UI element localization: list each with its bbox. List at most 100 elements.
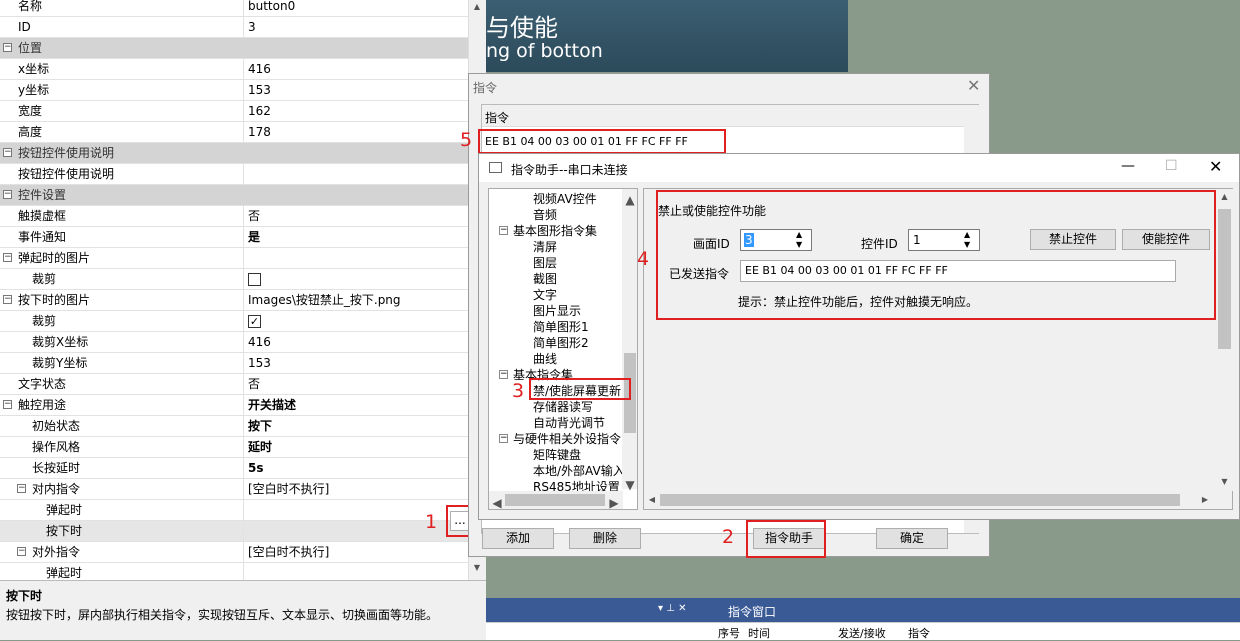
property-value[interactable]: Images\按钮禁止_按下.png	[248, 290, 401, 310]
delete-button[interactable]: 删除	[569, 528, 641, 549]
property-category[interactable]: − 控件设置	[0, 185, 468, 206]
tree-item[interactable]: 存储器读写	[533, 399, 593, 415]
tree-item[interactable]: 视频AV控件	[533, 191, 597, 207]
col-send: 发送/接收	[838, 627, 886, 640]
property-row[interactable]: − 按下时的图片 Images\按钮禁止_按下.png	[0, 290, 468, 311]
property-row[interactable]: 触摸虚框否	[0, 206, 468, 227]
tree-item[interactable]: 矩阵键盘	[533, 447, 581, 463]
tree-expander-icon[interactable]: −	[499, 226, 508, 235]
close-icon[interactable]: ✕	[1209, 157, 1222, 176]
property-row[interactable]: ID 3	[0, 17, 468, 38]
scroll-right-icon[interactable]: ▶	[1200, 495, 1210, 504]
property-row[interactable]: x坐标 416	[0, 59, 468, 80]
hscroll-thumb[interactable]	[660, 494, 1180, 506]
property-row[interactable]: − 触控用途 开关描述	[0, 395, 468, 416]
tree-expander-icon[interactable]: −	[499, 434, 508, 443]
property-value[interactable]: 162	[248, 101, 271, 121]
crop-checkbox[interactable]	[248, 273, 261, 286]
property-category[interactable]: − 位置	[0, 38, 468, 59]
property-grid: 名称 button0 ID 3− 位置 x坐标 416 y坐标 153 宽度 162 高度 178− 按钮…	[0, 0, 486, 640]
property-row[interactable]: 裁剪 ✓	[0, 311, 468, 332]
property-value[interactable]: 153	[248, 353, 271, 373]
content-vscroll[interactable]: ▲ ▼	[1216, 189, 1233, 491]
tree-item[interactable]: 音频	[533, 207, 557, 223]
property-row[interactable]: − 对外指令 [空白时不执行]	[0, 542, 468, 563]
tree-item[interactable]: 简单图形1	[533, 319, 589, 335]
property-row[interactable]: 裁剪	[0, 269, 468, 290]
tree-item[interactable]: 曲线	[533, 351, 557, 367]
property-value[interactable]: 178	[248, 122, 271, 142]
property-row[interactable]: 事件通知是	[0, 227, 468, 248]
property-value[interactable]: button0	[248, 0, 295, 16]
property-value[interactable]: 开关描述	[248, 395, 296, 415]
property-row[interactable]: 弹起时	[0, 500, 468, 521]
property-value[interactable]: [空白时不执行]	[248, 479, 329, 499]
collapse-icon[interactable]: −	[3, 43, 12, 52]
property-row[interactable]: 名称 button0	[0, 0, 468, 17]
pin-icon[interactable]: ▾ ⊥ ✕	[658, 603, 686, 614]
tree-item[interactable]: 图片显示	[533, 303, 581, 319]
ok-button[interactable]: 确定	[876, 528, 948, 549]
add-button[interactable]: 添加	[482, 528, 554, 549]
property-row[interactable]: 高度 178	[0, 122, 468, 143]
scroll-up-icon[interactable]: ▲	[624, 192, 636, 208]
collapse-icon[interactable]: −	[3, 295, 12, 304]
property-value[interactable]: [空白时不执行]	[248, 542, 329, 562]
property-value[interactable]: 416	[248, 332, 271, 352]
collapse-icon[interactable]: −	[3, 253, 12, 262]
scroll-right-icon[interactable]: ▶	[609, 495, 619, 509]
tree-hscroll[interactable]: ◀ ▶	[489, 491, 623, 509]
tree-item[interactable]: 图层	[533, 255, 557, 271]
maximize-icon[interactable]: ☐	[1165, 158, 1178, 174]
scroll-left-icon[interactable]: ◀	[647, 495, 657, 504]
property-row[interactable]: 裁剪Y坐标 153	[0, 353, 468, 374]
tree-item[interactable]: 本地/外部AV输入	[533, 463, 625, 479]
collapse-icon[interactable]: −	[3, 190, 12, 199]
collapse-icon[interactable]: −	[3, 400, 12, 409]
property-value[interactable]: 153	[248, 80, 271, 100]
scroll-left-icon[interactable]: ◀	[492, 495, 502, 509]
property-value[interactable]: 5s	[248, 458, 264, 478]
scroll-up-icon[interactable]: ▲	[1219, 192, 1230, 201]
close-icon[interactable]: ✕	[967, 76, 980, 95]
property-value[interactable]: 否	[248, 206, 260, 226]
property-value[interactable]: 按下	[248, 416, 272, 436]
tree-item[interactable]: 简单图形2	[533, 335, 589, 351]
property-value[interactable]: 是	[248, 227, 260, 247]
property-row[interactable]: 初始状态 按下	[0, 416, 468, 437]
property-row[interactable]: y坐标 153	[0, 80, 468, 101]
tree-item[interactable]: 截图	[533, 271, 557, 287]
property-row[interactable]: 按下时	[0, 521, 468, 542]
property-row[interactable]: 按钮控件使用说明	[0, 164, 468, 185]
scroll-down-icon[interactable]: ▼	[472, 563, 482, 572]
property-value[interactable]: 416	[248, 59, 271, 79]
tree-item[interactable]: 文字	[533, 287, 557, 303]
scroll-down-icon[interactable]: ▼	[1219, 477, 1230, 486]
minimize-icon[interactable]: —	[1121, 158, 1135, 174]
property-row[interactable]: 宽度 162	[0, 101, 468, 122]
property-category[interactable]: − 按钮控件使用说明	[0, 143, 468, 164]
crop-checkbox[interactable]: ✓	[248, 315, 261, 328]
tree-item[interactable]: 与硬件相关外设指令	[513, 431, 621, 447]
property-value[interactable]: 否	[248, 374, 260, 394]
property-row[interactable]: 长按延时 5s	[0, 458, 468, 479]
property-row[interactable]: 裁剪X坐标 416	[0, 332, 468, 353]
tree-expander-icon[interactable]: −	[499, 370, 508, 379]
scroll-up-icon[interactable]: ▲	[472, 2, 482, 11]
scroll-thumb[interactable]	[1218, 209, 1231, 349]
property-value[interactable]: 3	[248, 17, 256, 37]
tree-vscroll[interactable]: ▲ ▼	[622, 189, 637, 492]
preview-banner: 与使能 ng of botton	[486, 0, 848, 72]
property-row[interactable]: − 对内指令 [空白时不执行]	[0, 479, 468, 500]
scroll-down-icon[interactable]: ▼	[624, 477, 636, 493]
hscroll-thumb[interactable]	[505, 494, 605, 506]
content-hscroll[interactable]: ◀ ▶	[644, 491, 1216, 509]
property-row[interactable]: 文字状态否	[0, 374, 468, 395]
tree-item[interactable]: 自动背光调节	[533, 415, 605, 431]
tree-item[interactable]: 清屏	[533, 239, 557, 255]
property-row[interactable]: 操作风格 延时	[0, 437, 468, 458]
tree-item[interactable]: 基本图形指令集	[513, 223, 597, 239]
property-value[interactable]: 延时	[248, 437, 272, 457]
collapse-icon[interactable]: −	[3, 148, 12, 157]
property-row[interactable]: − 弹起时的图片	[0, 248, 468, 269]
